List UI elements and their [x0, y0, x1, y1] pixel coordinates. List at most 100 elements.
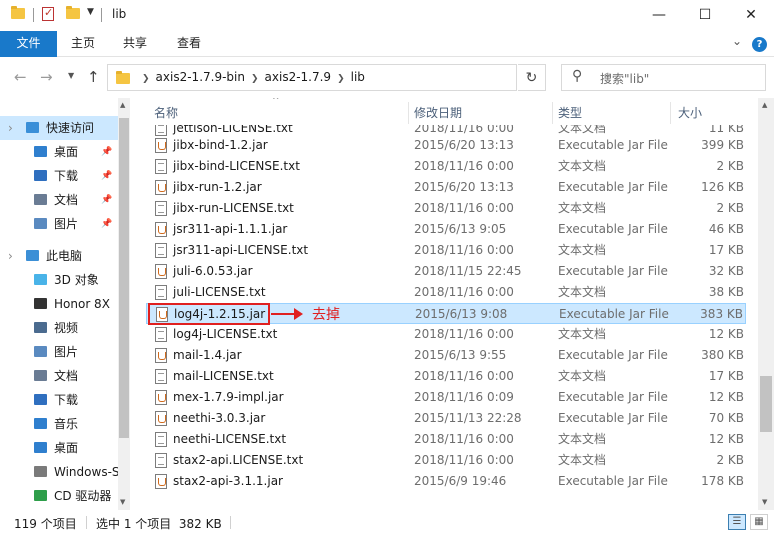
- new-folder-icon[interactable]: [66, 6, 80, 19]
- expand-ribbon-icon[interactable]: ⌄: [732, 34, 742, 48]
- table-row[interactable]: mail-1.4.jar 2015/6/13 9:55 Executable Jar…: [146, 345, 746, 366]
- table-row[interactable]: stax2-api.LICENSE.txt 2018/11/16 0:00 文本文档…: [146, 450, 746, 471]
- file-type: Executable Jar File: [558, 138, 668, 152]
- file-date: 2018/11/16 0:00: [414, 159, 514, 173]
- table-row[interactable]: jibx-bind-LICENSE.txt 2018/11/16 0:00 文本文档…: [146, 156, 746, 177]
- column-size[interactable]: 大小: [674, 98, 744, 124]
- table-row[interactable]: neethi-3.0.3.jar 2015/11/13 22:28 Executab…: [146, 408, 746, 429]
- address-row: ← → ▼ ↑ ❯ axis2-1.7.9-bin ❯ axis2-1.7.9 ❯ lib…: [0, 57, 774, 98]
- column-divider[interactable]: [552, 102, 553, 124]
- table-row[interactable]: log4j-LICENSE.txt 2018/11/16 0:00 文本文档 12 K…: [146, 324, 746, 345]
- table-row[interactable]: stax2-api-3.1.1.jar 2015/6/9 19:46 Executa…: [146, 471, 746, 492]
- column-divider[interactable]: [670, 102, 671, 124]
- pictures-icon: [34, 218, 47, 229]
- search-input[interactable]: ⚲ 搜索"lib": [561, 64, 766, 91]
- nav-item[interactable]: 文档 📌: [0, 188, 118, 212]
- nav-item-label: 图片: [54, 345, 79, 359]
- column-date[interactable]: 修改日期: [410, 98, 552, 124]
- large-icons-view-icon[interactable]: ▦: [750, 514, 768, 530]
- nav-item[interactable]: 音乐: [0, 412, 118, 436]
- nav-item[interactable]: CD 驱动器: [0, 484, 118, 508]
- drive-icon: [34, 466, 47, 477]
- column-type[interactable]: 类型: [554, 98, 670, 124]
- scroll-up-icon[interactable]: ▲: [120, 101, 125, 109]
- nav-item[interactable]: 下载 📌: [0, 164, 118, 188]
- file-type: Executable Jar File: [558, 222, 668, 236]
- chevron-right-icon[interactable]: ❯: [251, 74, 259, 84]
- jar-file-icon: [155, 411, 167, 426]
- nav-item[interactable]: 桌面 📌: [0, 140, 118, 164]
- expand-chevron-icon[interactable]: ›: [8, 244, 13, 268]
- tab-view[interactable]: 查看: [166, 31, 212, 57]
- nav-scrollbar[interactable]: ▲ ▼: [118, 98, 130, 510]
- back-arrow-icon[interactable]: ←: [14, 68, 27, 86]
- nav-item[interactable]: Windows-S: [0, 460, 118, 484]
- file-name: mail-LICENSE.txt: [173, 369, 274, 383]
- table-row[interactable]: juli-6.0.53.jar 2018/11/15 22:45 Executabl…: [146, 261, 746, 282]
- file-date: 2018/11/16 0:00: [414, 285, 514, 299]
- table-row[interactable]: jsr311-api-LICENSE.txt 2018/11/16 0:00 文本文…: [146, 240, 746, 261]
- table-row[interactable]: jsr311-api-1.1.1.jar 2015/6/13 9:05 Execut…: [146, 219, 746, 240]
- close-button[interactable]: ✕: [728, 0, 774, 30]
- quick-access-toolbar-dropdown-icon[interactable]: ▼: [87, 7, 94, 17]
- file-name: stax2-api-3.1.1.jar: [173, 474, 283, 488]
- file-date: 2015/6/9 19:46: [414, 474, 507, 488]
- navigation-pane[interactable]: › 快速访问 桌面 📌 下载 📌 文档 📌 图片 📌 › 此电脑 3D 对象 Honor 8X 视频图片文档…: [0, 98, 130, 510]
- details-view-icon[interactable]: ☰: [728, 514, 746, 530]
- nav-item[interactable]: Honor 8X: [0, 292, 118, 316]
- table-row[interactable]: juli-LICENSE.txt 2018/11/16 0:00 文本文档 38 KB: [146, 282, 746, 303]
- nav-item[interactable]: 图片: [0, 340, 118, 364]
- nav-item-label: 下载: [54, 393, 79, 407]
- nav-item[interactable]: 下载: [0, 388, 118, 412]
- tab-file[interactable]: 文件: [0, 31, 57, 57]
- nav-item[interactable]: › 快速访问: [0, 116, 118, 140]
- maximize-button[interactable]: ☐: [682, 0, 728, 30]
- breadcrumb-item[interactable]: axis2-1.7.9-bin: [156, 70, 245, 84]
- file-name: jibx-bind-LICENSE.txt: [173, 159, 300, 173]
- file-list-scrollbar[interactable]: ▲ ▼: [758, 98, 774, 510]
- nav-item[interactable]: 桌面: [0, 436, 118, 460]
- file-type: Executable Jar File: [558, 180, 668, 194]
- properties-icon[interactable]: [42, 6, 54, 21]
- help-icon[interactable]: ?: [752, 37, 767, 52]
- phone-icon: [34, 298, 47, 309]
- file-name: stax2-api.LICENSE.txt: [173, 453, 304, 467]
- nav-item[interactable]: › 此电脑: [0, 244, 118, 268]
- nav-item[interactable]: 图片 📌: [0, 212, 118, 236]
- nav-item[interactable]: 视频: [0, 316, 118, 340]
- table-row[interactable]: jibx-run-LICENSE.txt 2018/11/16 0:00 文本文档 2…: [146, 198, 746, 219]
- up-arrow-icon[interactable]: ↑: [87, 68, 100, 86]
- nav-item[interactable]: 文档: [0, 364, 118, 388]
- breadcrumb-item[interactable]: axis2-1.7.9: [265, 70, 332, 84]
- minimize-button[interactable]: —: [636, 0, 682, 30]
- recent-locations-chevron-icon[interactable]: ▼: [68, 71, 74, 80]
- scrollbar-thumb[interactable]: [760, 376, 772, 432]
- nav-item-label: 视频: [54, 321, 79, 335]
- address-bar[interactable]: ❯ axis2-1.7.9-bin ❯ axis2-1.7.9 ❯ lib ⌄: [107, 64, 612, 91]
- breadcrumb-item[interactable]: lib: [351, 70, 365, 84]
- nav-scrollbar-thumb[interactable]: [119, 118, 129, 438]
- annotation-label: 去掉: [312, 307, 340, 323]
- table-row[interactable]: mail-LICENSE.txt 2018/11/16 0:00 文本文档 17 KB: [146, 366, 746, 387]
- forward-arrow-icon[interactable]: →: [40, 68, 53, 86]
- scroll-down-icon[interactable]: ▼: [762, 498, 767, 506]
- scroll-up-icon[interactable]: ▲: [762, 101, 767, 109]
- file-date: 2018/11/16 0:00: [414, 453, 514, 467]
- column-divider[interactable]: [408, 102, 409, 124]
- tab-home[interactable]: 主页: [60, 31, 106, 57]
- table-row[interactable]: mex-1.7.9-impl.jar 2018/11/16 0:09 Executa…: [146, 387, 746, 408]
- jar-file-icon: [155, 474, 167, 489]
- file-size: 399 KB: [701, 138, 744, 152]
- expand-chevron-icon[interactable]: ›: [8, 116, 13, 140]
- refresh-button[interactable]: ↻: [518, 64, 546, 91]
- table-row[interactable]: jibx-run-1.2.jar 2015/6/20 13:13 Executabl…: [146, 177, 746, 198]
- text-file-icon: [155, 243, 167, 258]
- chevron-right-icon[interactable]: ❯: [142, 74, 150, 84]
- scroll-down-icon[interactable]: ▼: [120, 498, 125, 506]
- tab-share[interactable]: 共享: [112, 31, 158, 57]
- text-file-icon: [155, 285, 167, 300]
- chevron-right-icon[interactable]: ❯: [337, 74, 345, 84]
- table-row[interactable]: neethi-LICENSE.txt 2018/11/16 0:00 文本文档 12 …: [146, 429, 746, 450]
- nav-item[interactable]: 3D 对象: [0, 268, 118, 292]
- table-row[interactable]: jibx-bind-1.2.jar 2015/6/20 13:13 Executab…: [146, 135, 746, 156]
